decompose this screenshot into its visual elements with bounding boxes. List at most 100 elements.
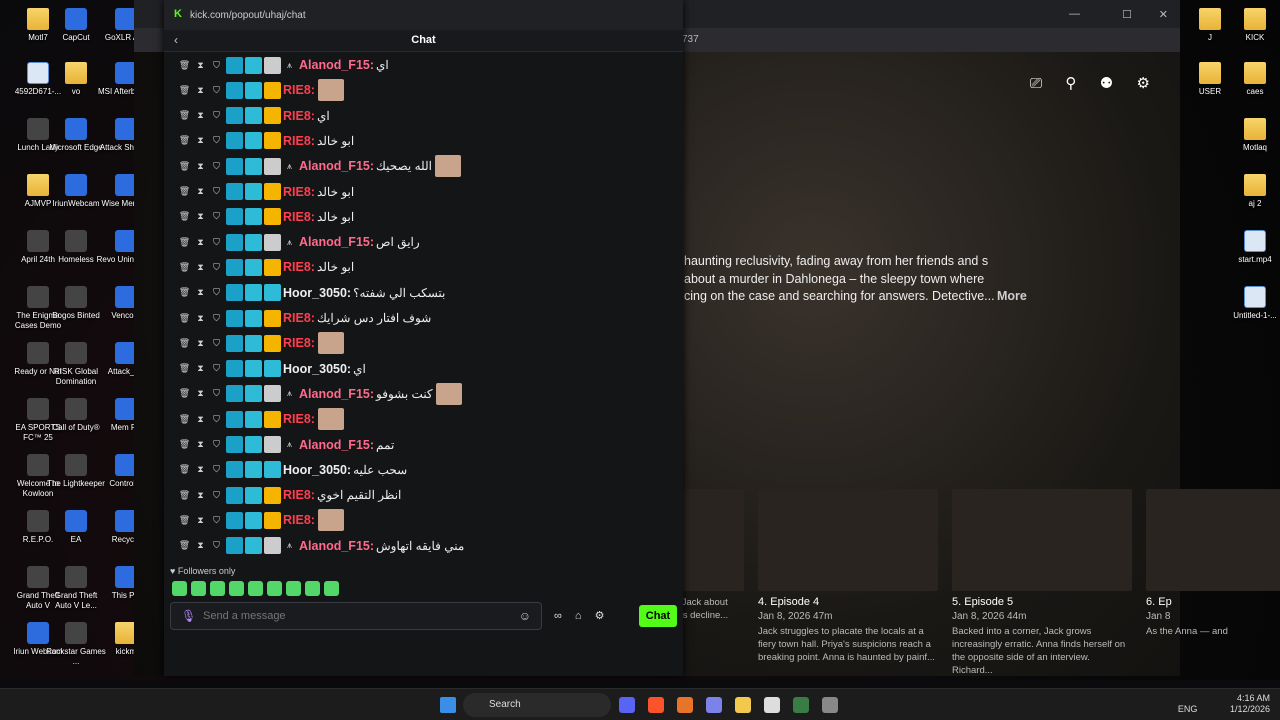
xbox-icon[interactable] <box>793 697 809 713</box>
timeout-icon[interactable]: ⧗ <box>194 489 207 502</box>
start-icon[interactable] <box>440 697 456 713</box>
trash-icon[interactable]: 🗑 <box>178 337 191 350</box>
episode-card[interactable]: 4. Episode 4 Jan 8, 2026 47m Jack struggle… <box>758 489 938 664</box>
shield-icon[interactable]: ⛉ <box>210 387 223 400</box>
chat-username[interactable]: RIE8: <box>283 412 315 426</box>
chat-message[interactable]: 🗑 ⧗ ⛉ ⩚ Alanod_F15: تمم <box>178 435 394 455</box>
trash-icon[interactable]: 🗑 <box>178 387 191 400</box>
emote[interactable] <box>229 581 244 596</box>
chat-username[interactable]: RIE8: <box>283 134 315 148</box>
chat-message[interactable]: 🗑 ⧗ ⛉ Hoor_3050: سحب عليه <box>178 460 407 480</box>
chat-username[interactable]: RIE8: <box>283 109 315 123</box>
shield-icon[interactable]: ⛉ <box>210 59 223 72</box>
trash-icon[interactable]: 🗑 <box>178 210 191 223</box>
shield-icon[interactable]: ⛉ <box>210 489 223 502</box>
chat-username[interactable]: Hoor_3050: <box>283 286 351 300</box>
more-link[interactable]: More <box>997 289 1027 303</box>
timeout-icon[interactable]: ⧗ <box>194 84 207 97</box>
timeout-icon[interactable]: ⧗ <box>194 387 207 400</box>
timeout-icon[interactable]: ⧗ <box>194 210 207 223</box>
shield-icon[interactable]: ⛉ <box>210 337 223 350</box>
shield-icon[interactable]: ⛉ <box>210 185 223 198</box>
timeout-icon[interactable]: ⧗ <box>194 185 207 198</box>
chat-username[interactable]: Alanod_F15: <box>299 58 374 72</box>
shield-icon[interactable]: ⛉ <box>210 362 223 375</box>
send-chat-button[interactable]: Chat <box>639 605 677 627</box>
clock-time[interactable]: 4:16 AM <box>1237 693 1270 703</box>
timeout-icon[interactable]: ⧗ <box>194 59 207 72</box>
desktop-icon[interactable]: caes <box>1225 62 1280 97</box>
timeout-icon[interactable]: ⧗ <box>194 514 207 527</box>
emote[interactable] <box>324 581 339 596</box>
desktop-icon[interactable]: KICK <box>1225 8 1280 43</box>
timeout-icon[interactable]: ⧗ <box>194 413 207 426</box>
shield-icon[interactable]: ⛉ <box>210 261 223 274</box>
chat-message[interactable]: 🗑 ⧗ ⛉ ⩚ Alanod_F15: اي <box>178 55 389 75</box>
app-icon[interactable] <box>706 697 722 713</box>
shield-icon[interactable]: ⛉ <box>210 134 223 147</box>
shield-icon[interactable]: ⛉ <box>210 413 223 426</box>
timeout-icon[interactable]: ⧗ <box>194 438 207 451</box>
explorer-icon[interactable] <box>735 697 751 713</box>
chat-message[interactable]: 🗑 ⧗ ⛉ ⩚ Alanod_F15: مني فايقه اتهاوش <box>178 536 464 556</box>
emote[interactable] <box>286 581 301 596</box>
shield-icon[interactable]: ⛉ <box>210 160 223 173</box>
trash-icon[interactable]: 🗑 <box>178 438 191 451</box>
timeout-icon[interactable]: ⧗ <box>194 236 207 249</box>
trash-icon[interactable]: 🗑 <box>178 413 191 426</box>
trash-icon[interactable]: 🗑 <box>178 109 191 122</box>
trash-icon[interactable]: 🗑 <box>178 261 191 274</box>
chat-message[interactable]: 🗑 ⧗ ⛉ ⩚ Alanod_F15: الله يصحيك <box>178 155 461 178</box>
episode-thumbnail[interactable] <box>952 489 1132 591</box>
timeout-icon[interactable]: ⧗ <box>194 286 207 299</box>
emote[interactable] <box>172 581 187 596</box>
shield-icon[interactable]: ⛉ <box>210 210 223 223</box>
shield-icon[interactable]: ⛉ <box>210 438 223 451</box>
cast-icon[interactable]: ⎚ <box>1030 75 1042 92</box>
trash-icon[interactable]: 🗑 <box>178 514 191 527</box>
chat-username[interactable]: RIE8: <box>283 185 315 199</box>
timeout-icon[interactable]: ⧗ <box>194 312 207 325</box>
trash-icon[interactable]: 🗑 <box>178 463 191 476</box>
desktop-icon[interactable]: Motlaq <box>1225 118 1280 153</box>
timeout-icon[interactable]: ⧗ <box>194 362 207 375</box>
chat-message[interactable]: 🗑 ⧗ ⛉ RIE8: انظر التقيم اخوي <box>178 485 401 505</box>
timeout-icon[interactable]: ⧗ <box>194 463 207 476</box>
profile-icon[interactable]: ⚉ <box>1100 74 1113 92</box>
trash-icon[interactable]: 🗑 <box>178 134 191 147</box>
desktop-icon[interactable]: aj 2 <box>1225 174 1280 209</box>
trash-icon[interactable]: 🗑 <box>178 286 191 299</box>
chat-username[interactable]: RIE8: <box>283 513 315 527</box>
store-icon[interactable]: ⌂ <box>575 610 582 622</box>
chat-message[interactable]: 🗑 ⧗ ⛉ RIE8: <box>178 79 344 102</box>
shield-icon[interactable]: ⛉ <box>210 312 223 325</box>
trash-icon[interactable]: 🗑 <box>178 59 191 72</box>
chat-message[interactable]: 🗑 ⧗ ⛉ RIE8: <box>178 332 344 355</box>
timeout-icon[interactable]: ⧗ <box>194 261 207 274</box>
trash-icon[interactable]: 🗑 <box>178 236 191 249</box>
emote[interactable] <box>210 581 225 596</box>
chat-username[interactable]: Alanod_F15: <box>299 159 374 173</box>
chat-message[interactable]: 🗑 ⧗ ⛉ RIE8: <box>178 408 344 431</box>
lang-indicator[interactable]: ENG <box>1178 704 1198 714</box>
trash-icon[interactable]: 🗑 <box>178 160 191 173</box>
search-icon[interactable]: ⚲ <box>1065 74 1076 92</box>
chat-message[interactable]: 🗑 ⧗ ⛉ ⩚ Alanod_F15: كنت بشوفو <box>178 382 462 405</box>
taskbar-search[interactable]: Search <box>463 693 611 717</box>
chat-message[interactable]: 🗑 ⧗ ⛉ RIE8: ابو خالد <box>178 207 354 227</box>
shield-icon[interactable]: ⛉ <box>210 514 223 527</box>
shield-icon[interactable]: ⛉ <box>210 539 223 552</box>
chat-username[interactable]: RIE8: <box>283 260 315 274</box>
clock-date[interactable]: 1/12/2026 <box>1230 704 1270 714</box>
chat-username[interactable]: Alanod_F15: <box>299 438 374 452</box>
chat-username[interactable]: Alanod_F15: <box>299 387 374 401</box>
chat-url[interactable]: kick.com/popout/uhaj/chat <box>190 10 306 21</box>
episode-thumbnail[interactable] <box>1146 489 1280 591</box>
episode-thumbnail[interactable] <box>758 489 938 591</box>
chat-username[interactable]: RIE8: <box>283 210 315 224</box>
chat-username[interactable]: RIE8: <box>283 311 315 325</box>
url-text[interactable]: 737 <box>682 34 699 45</box>
chat-message[interactable]: 🗑 ⧗ ⛉ RIE8: ابو خالد <box>178 182 354 202</box>
shield-icon[interactable]: ⛉ <box>210 463 223 476</box>
desktop-icon[interactable]: start.mp4 <box>1225 230 1280 265</box>
